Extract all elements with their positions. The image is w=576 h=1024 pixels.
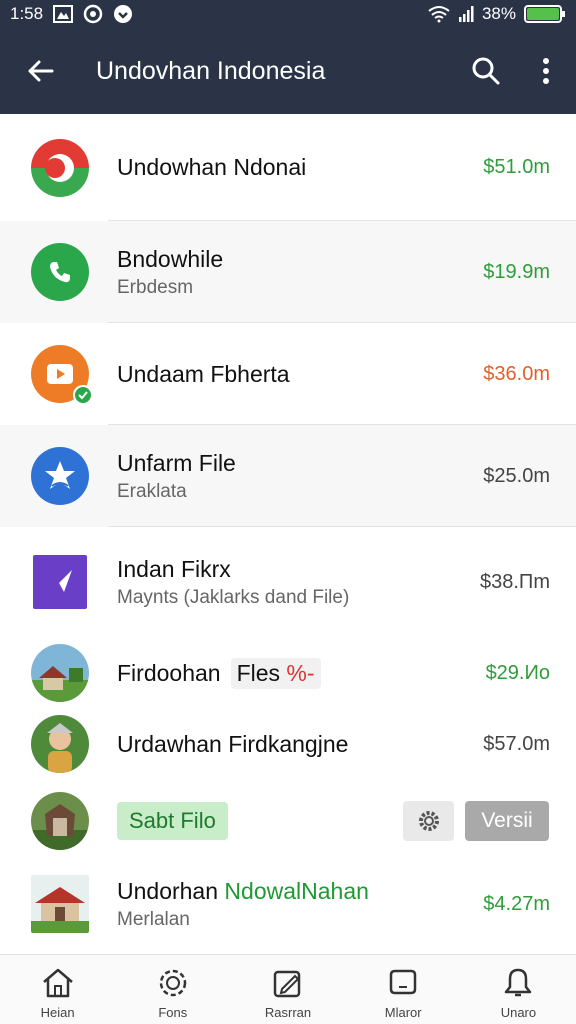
phone-icon (31, 243, 89, 301)
status-time: 1:58 (10, 4, 44, 23)
house-image (31, 644, 89, 702)
battery-percent: 38% (481, 4, 516, 23)
page-title: Undovhan Indonesia (96, 56, 326, 85)
tag-chip: Fles %- (230, 657, 321, 689)
item-list: Undowhan Ndonai $51.0m Bndowhile Erbdesm… (0, 114, 576, 945)
video-play-icon (31, 345, 93, 405)
item-amount: $29.Ио (485, 661, 550, 684)
item-title: Unfarm File (117, 449, 236, 476)
save-file-chip[interactable]: Sabt Filo (117, 802, 228, 840)
list-item[interactable]: Undorhan NdowalNahan Merlalan $4.27m (0, 863, 576, 945)
nav-label: Unaro (500, 1005, 537, 1020)
item-amount: $51.0m (483, 156, 550, 178)
item-texts: Urdawhan Firdkangjne (117, 731, 348, 758)
list-item[interactable]: Urdawhan Firdkangjne $57.0m (0, 709, 576, 779)
search-icon (472, 57, 500, 85)
item-title: Indan Fikrx (117, 555, 231, 582)
person-image (31, 715, 89, 773)
edit-icon (273, 970, 301, 998)
list-item[interactable]: Undowhan Ndonai $51.0m (0, 114, 576, 221)
item-amount: $38.Πm (479, 570, 550, 593)
check-badge-icon (73, 385, 93, 405)
item-title: Undowhan Ndonai (117, 154, 307, 180)
item-texts: Unfarm File Eraklata (117, 450, 236, 503)
arrow-left-icon (28, 60, 54, 82)
star-icon (31, 447, 89, 505)
item-title: Firdoohan (117, 659, 221, 686)
battery-icon (524, 4, 566, 24)
item-texts: Undowhan Ndonai (117, 154, 306, 181)
send-icon (33, 555, 87, 609)
item-title: Bndowhile (117, 245, 224, 272)
list-item[interactable]: Unfarm File Eraklata $25.0m (0, 425, 576, 527)
settings-button[interactable] (403, 801, 454, 841)
item-title-highlight: NdowalNahan (224, 877, 369, 904)
list-item[interactable]: Undaam Fbherta $36.0m (0, 323, 576, 425)
nav-label: Heian (40, 1005, 75, 1020)
gear-icon (418, 811, 439, 831)
overflow-menu-button[interactable] (516, 28, 576, 114)
item-title: Urdawhan Firdkangjne (117, 730, 349, 757)
gallery-icon (53, 5, 74, 23)
item-amount: $4.27m (483, 892, 550, 915)
item-title-part: Undorhan (117, 877, 219, 904)
back-button[interactable] (0, 28, 80, 114)
wifi-icon (428, 5, 450, 23)
app-bar: Undovhan Indonesia (0, 28, 576, 114)
nav-label: Fons (158, 1005, 188, 1020)
nav-label: Mlaror (384, 1005, 422, 1020)
status-bar: 1:58 38% (0, 0, 576, 28)
signal-icon (458, 6, 474, 22)
item-amount: $57.0m (483, 732, 550, 755)
nav-edit[interactable]: Rasrran (230, 955, 345, 1024)
house-image (31, 875, 89, 933)
nav-home[interactable]: Heian (0, 955, 115, 1024)
nav-settings[interactable]: Fons (115, 955, 230, 1024)
nav-label: Rasrran (264, 1005, 312, 1020)
bell-icon (505, 968, 532, 997)
nav-messages[interactable]: Mlaror (346, 955, 461, 1024)
flag-icon (31, 138, 89, 197)
search-button[interactable] (456, 28, 516, 114)
gear-icon (159, 969, 187, 997)
item-subtitle: Erbdesm (117, 276, 194, 298)
chat-icon (389, 969, 417, 995)
more-vertical-icon (543, 58, 549, 84)
item-title: Undorhan NdowalNahan (117, 878, 369, 905)
chip-label: Fles (236, 659, 281, 686)
chip-percent: %- (286, 659, 315, 686)
item-subtitle: Maynts (Jaklarks dand File) (117, 586, 350, 608)
item-subtitle: Eraklata (117, 480, 187, 502)
bottom-navigation: Heian Fons Rasrran Mlaror Unaro (0, 954, 576, 1024)
item-texts: Firdoohan Fles %- (117, 657, 321, 689)
item-subtitle: Merlalan (117, 908, 190, 930)
list-item[interactable]: Firdoohan Fles %- $29.Ио (0, 637, 576, 709)
list-item[interactable]: Indan Fikrx Maynts (Jaklarks dand File) … (0, 527, 576, 637)
item-texts: Undaam Fbherta (117, 361, 290, 388)
item-amount: $25.0m (483, 464, 550, 487)
item-texts: Indan Fikrx Maynts (Jaklarks dand File) (117, 556, 349, 609)
list-item[interactable]: Sabt Filo Versii (0, 779, 576, 863)
list-item[interactable]: Bndowhile Erbdesm $19.9m (0, 221, 576, 323)
item-texts: Sabt Filo (117, 802, 228, 840)
nav-notifications[interactable]: Unaro (461, 955, 576, 1024)
item-title: Undaam Fbherta (117, 360, 290, 387)
item-amount: $19.9m (483, 260, 550, 283)
sync-icon (83, 4, 103, 24)
item-texts: Undorhan NdowalNahan Merlalan (117, 878, 369, 931)
version-button[interactable]: Versii (465, 801, 549, 841)
home-icon (42, 968, 73, 998)
notification-icon (113, 4, 133, 24)
item-amount: $36.0m (483, 362, 550, 385)
hut-image (31, 792, 89, 850)
item-texts: Bndowhile Erbdesm (117, 246, 223, 299)
